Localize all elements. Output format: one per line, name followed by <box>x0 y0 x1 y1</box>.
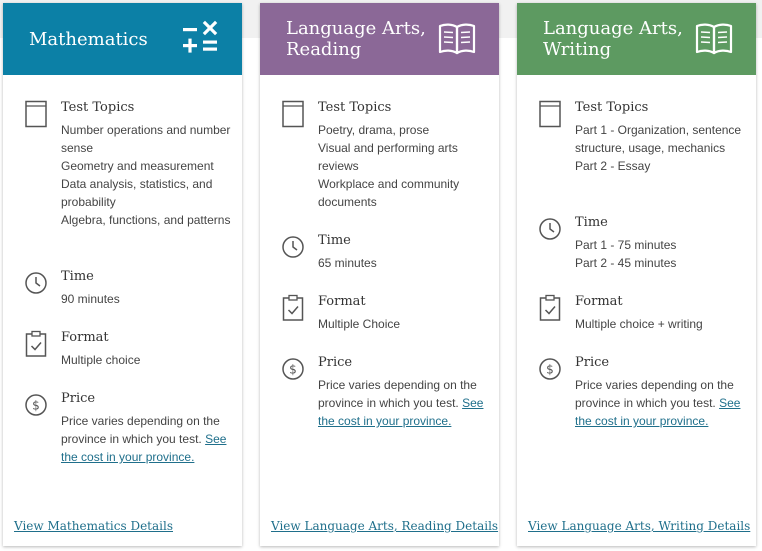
document-icon <box>282 100 304 128</box>
document-icon <box>25 100 47 128</box>
clipboard-check-icon <box>539 294 561 321</box>
format-value: Multiple choice + writing <box>575 315 745 333</box>
clock-icon <box>282 236 304 258</box>
clipboard-check-icon <box>25 330 47 357</box>
price-label: Price <box>318 355 353 370</box>
card-title: Language Arts, Writing <box>543 18 683 60</box>
dollar-circle-icon: $ <box>25 394 47 416</box>
card-header: Language Arts, Writing <box>517 3 756 75</box>
card-title: Language Arts, Reading <box>286 18 426 60</box>
format-label: Format <box>575 294 623 309</box>
time-item: 65 minutes <box>318 256 377 270</box>
card-header: Mathematics <box>3 3 242 75</box>
open-book-icon <box>695 23 733 55</box>
card-language-arts-writing: Language Arts, Writing Test Topics Part … <box>517 3 756 546</box>
time-value: Part 1 - 75 minutes Part 2 - 45 minutes <box>575 236 745 272</box>
view-details-link[interactable]: View Mathematics Details <box>14 519 173 533</box>
price-description: Price varies depending on the province i… <box>61 414 220 446</box>
price-description: Price varies depending on the province i… <box>318 378 477 410</box>
format-label: Format <box>61 330 109 345</box>
clock-icon <box>539 218 561 240</box>
view-details-link[interactable]: View Language Arts, Reading Details <box>271 519 498 533</box>
time-label: Time <box>318 233 351 248</box>
topic-item: Poetry, drama, prose <box>318 123 430 137</box>
topic-item: Geometry and measurement <box>61 159 214 173</box>
clipboard-check-icon <box>282 294 304 321</box>
card-title: Mathematics <box>29 28 148 50</box>
svg-text:$: $ <box>546 363 554 377</box>
math-operators-icon <box>183 20 218 53</box>
price-description: Price varies depending on the province i… <box>575 378 734 410</box>
time-label: Time <box>61 269 94 284</box>
topic-item: Workplace and community documents <box>318 177 460 209</box>
topic-item: Number operations and number sense <box>61 123 231 155</box>
topic-item: Part 2 - Essay <box>575 159 651 173</box>
price-label: Price <box>61 391 96 406</box>
price-label: Price <box>575 355 610 370</box>
svg-text:$: $ <box>32 399 40 413</box>
format-label: Format <box>318 294 366 309</box>
price-text: Price varies depending on the province i… <box>575 376 745 430</box>
format-value: Multiple Choice <box>318 315 488 333</box>
dollar-circle-icon: $ <box>282 358 304 380</box>
card-language-arts-reading: Language Arts, Reading Test Topics Poetr… <box>260 3 499 546</box>
topics-list: Part 1 - Organization, sentence structur… <box>575 121 745 175</box>
topics-label: Test Topics <box>318 100 392 115</box>
time-item: Part 1 - 75 minutes <box>575 238 677 252</box>
clock-icon <box>25 272 47 294</box>
card-mathematics: Mathematics Test Topics Number operation… <box>3 3 242 546</box>
topic-item: Part 1 - Organization, sentence structur… <box>575 123 742 155</box>
topics-label: Test Topics <box>575 100 649 115</box>
document-icon <box>539 100 561 128</box>
price-text: Price varies depending on the province i… <box>318 376 488 430</box>
time-item: Part 2 - 45 minutes <box>575 256 677 270</box>
format-item: Multiple choice + writing <box>575 317 703 331</box>
topic-item: Algebra, functions, and patterns <box>61 213 231 227</box>
topics-list: Poetry, drama, prose Visual and performi… <box>318 121 488 211</box>
time-value: 90 minutes <box>61 290 231 308</box>
svg-text:$: $ <box>289 363 297 377</box>
dollar-circle-icon: $ <box>539 358 561 380</box>
format-item: Multiple Choice <box>318 317 401 331</box>
view-details-link[interactable]: View Language Arts, Writing Details <box>528 519 750 533</box>
topics-label: Test Topics <box>61 100 135 115</box>
topic-item: Data analysis, statistics, and probabili… <box>61 177 213 209</box>
price-text: Price varies depending on the province i… <box>61 412 231 466</box>
open-book-icon <box>438 23 476 55</box>
card-header: Language Arts, Reading <box>260 3 499 75</box>
time-item: 90 minutes <box>61 292 120 306</box>
topic-item: Visual and performing arts reviews <box>318 141 458 173</box>
time-label: Time <box>575 215 608 230</box>
topics-list: Number operations and number sense Geome… <box>61 121 231 229</box>
format-item: Multiple choice <box>61 353 141 367</box>
time-value: 65 minutes <box>318 254 488 272</box>
format-value: Multiple choice <box>61 351 231 369</box>
